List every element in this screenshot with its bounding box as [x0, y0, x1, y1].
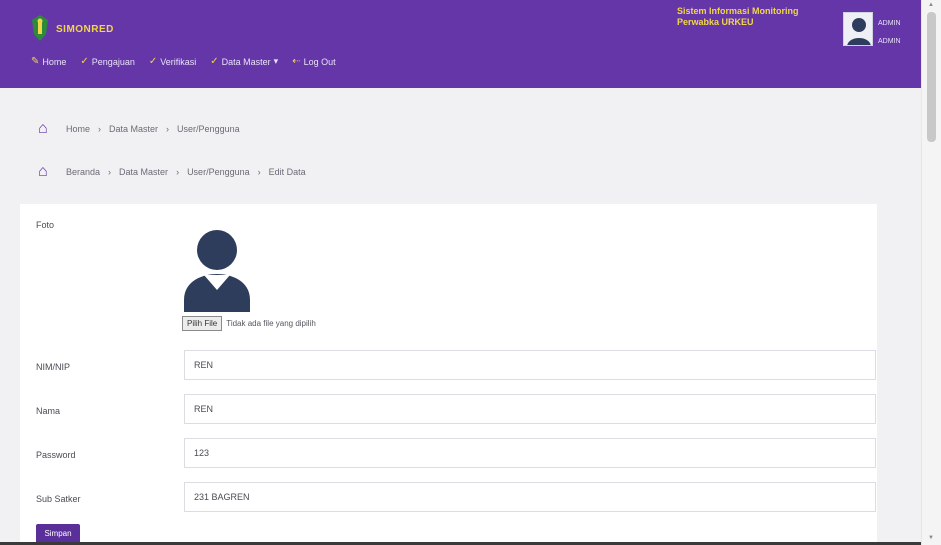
nav-home[interactable]: ✎ Home	[31, 56, 66, 67]
profile-photo	[182, 220, 252, 312]
chevron-right-icon: ›	[176, 167, 180, 177]
check-icon: ✓	[210, 56, 219, 67]
user-role: ADMIN	[878, 38, 901, 45]
nav-pengajuan-label: Pengajuan	[91, 56, 135, 67]
nama-label: Nama	[36, 406, 61, 416]
nav-logout-label: Log Out	[303, 56, 336, 67]
file-upload: Pilih File Tidak ada file yang dipilih	[182, 316, 316, 331]
nip-field[interactable]: REN	[184, 350, 876, 380]
nav-pengajuan[interactable]: ✓ Pengajuan	[80, 56, 134, 67]
breadcrumb-item[interactable]: Beranda	[66, 167, 100, 177]
logout-icon: ⇠	[292, 56, 301, 67]
home-icon: ⌂	[38, 120, 48, 137]
nav-verifikasi[interactable]: ✓ Verifikasi	[149, 56, 196, 67]
top-header: SIMONRED ✎ Home ✓ Pengajuan ✓ Verifikasi…	[0, 0, 921, 88]
foto-label: Foto	[36, 220, 55, 230]
breadcrumb-item[interactable]: Home	[66, 124, 90, 134]
edit-form-card: Foto Pilih File Tidak ada file yang dipi…	[20, 204, 877, 545]
nav-data-master-label: Data Master	[221, 56, 271, 67]
nav-data-master[interactable]: ✓ Data Master ▾	[210, 56, 278, 67]
breadcrumb-item[interactable]: Data Master	[109, 124, 158, 134]
user-name: ADMIN	[878, 20, 901, 27]
user-icon	[184, 230, 250, 312]
avatar[interactable]	[843, 12, 873, 46]
breadcrumb: ⌂ Home › Data Master › User/Pengguna	[38, 120, 240, 138]
scroll-thumb[interactable]	[927, 12, 936, 142]
app-name: SIMONRED	[56, 24, 114, 35]
scroll-down-icon[interactable]: ▼	[928, 535, 934, 541]
check-icon: ✓	[148, 56, 158, 67]
password-label: Password	[36, 450, 76, 460]
breadcrumb-item: User/Pengguna	[177, 124, 240, 134]
scrollbar[interactable]: ▲ ▼	[921, 0, 941, 545]
breadcrumb-secondary: ⌂ Beranda › Data Master › User/Pengguna …	[38, 163, 306, 181]
home-icon: ⌂	[38, 163, 48, 180]
pen-icon: ✎	[31, 56, 40, 67]
nip-label: NIM/NIP	[36, 362, 71, 372]
check-icon: ✓	[80, 56, 89, 67]
sub-satker-label: Sub Satker	[36, 494, 81, 504]
file-status: Tidak ada file yang dipilih	[226, 319, 316, 328]
system-title: Sistem Informasi Monitoring Perwabka URK…	[677, 6, 799, 27]
chevron-right-icon: ›	[98, 124, 102, 134]
nav-verifikasi-label: Verifikasi	[160, 56, 197, 67]
chevron-right-icon: ›	[108, 167, 112, 177]
main-nav: ✎ Home ✓ Pengajuan ✓ Verifikasi ✓ Data M…	[31, 56, 336, 67]
chevron-right-icon: ›	[257, 167, 261, 177]
chevron-right-icon: ›	[166, 124, 170, 134]
password-field[interactable]: 123	[184, 438, 876, 468]
breadcrumb-item[interactable]: Data Master	[119, 167, 168, 177]
breadcrumb-item[interactable]: User/Pengguna	[187, 167, 250, 177]
user-icon	[847, 18, 871, 45]
page: SIMONRED ✎ Home ✓ Pengajuan ✓ Verifikasi…	[0, 0, 941, 545]
chevron-down-icon: ▾	[273, 56, 279, 66]
nav-home-label: Home	[42, 56, 67, 67]
nama-field[interactable]: REN	[184, 394, 876, 424]
scroll-up-icon[interactable]: ▲	[928, 2, 934, 8]
nav-logout[interactable]: ⇠ Log Out	[292, 56, 335, 67]
logo-icon	[32, 15, 48, 41]
sub-satker-field[interactable]: 231 BAGREN	[184, 482, 876, 512]
breadcrumb-item: Edit Data	[268, 167, 306, 177]
choose-file-button[interactable]: Pilih File	[182, 316, 223, 331]
